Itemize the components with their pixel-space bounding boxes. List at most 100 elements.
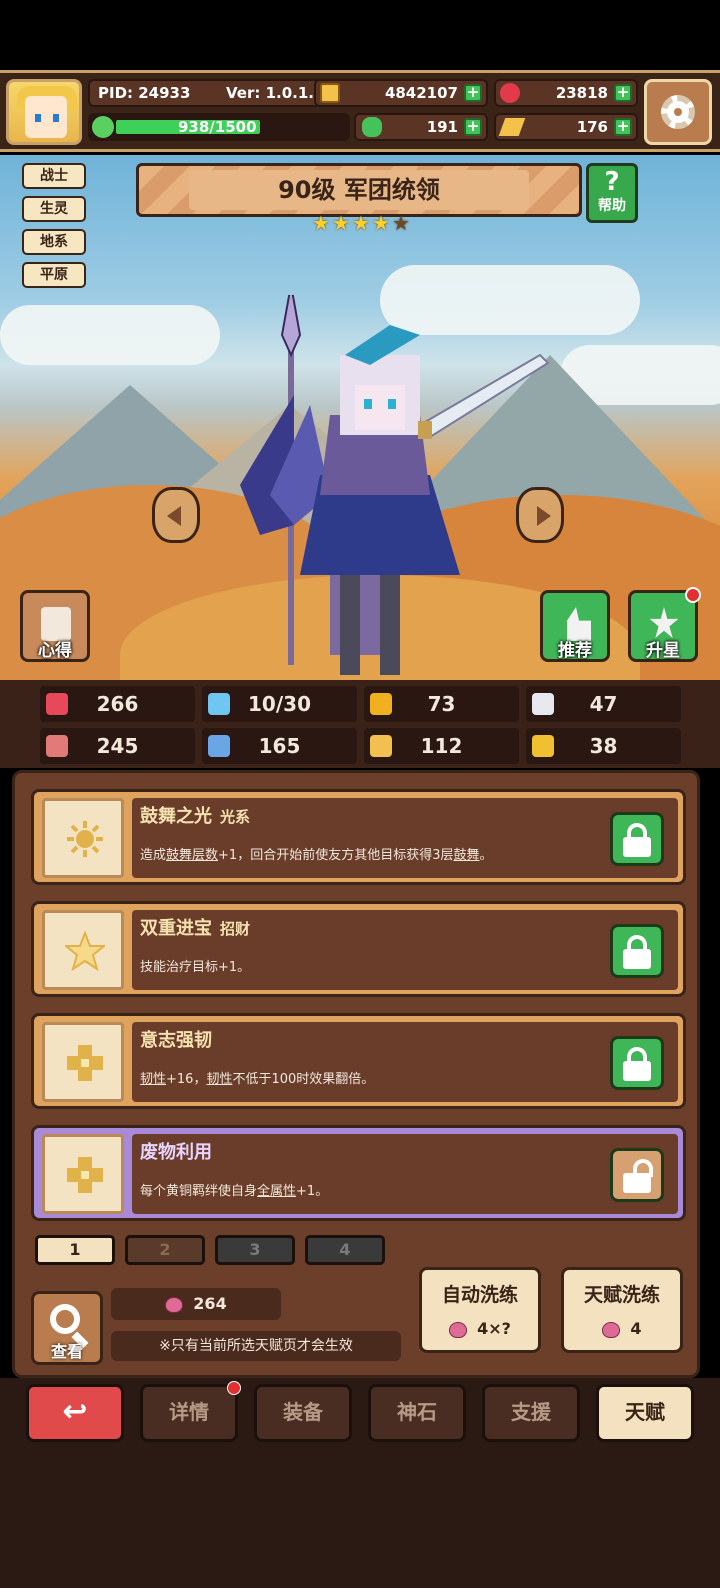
nav-detail[interactable]: 详情 [140, 1381, 241, 1442]
gold-counter: 4842107 + [314, 79, 488, 107]
clover-add-button[interactable]: + [464, 118, 482, 136]
help-label: 帮助 [598, 198, 626, 214]
ruby-value: 23818 [555, 84, 608, 102]
talent-card[interactable]: 双重进宝 招财 技能治疗目标+1。 [31, 901, 686, 997]
return-arrow-icon: ↩ [62, 1394, 88, 1429]
pid-text: PID: 24933 [98, 84, 191, 102]
auto-wash-button[interactable]: 自动洗练 4×? [419, 1267, 541, 1353]
boot-icon [370, 735, 392, 757]
nav-support[interactable]: 支援 [482, 1384, 580, 1442]
stat-fist[interactable]: 245 [40, 728, 195, 764]
ruby-counter: 23818 + [494, 79, 638, 107]
stat-heart[interactable]: 266 [40, 686, 195, 722]
stat-value: 165 [258, 734, 301, 758]
clover-leaf-icon [92, 116, 114, 138]
gold-add-button[interactable]: + [464, 84, 482, 102]
lock-button[interactable] [610, 924, 664, 978]
bottom-nav: ↩ 详情 装备 神石 支援 天赋 [0, 1378, 720, 1588]
talent-description: 造成鼓舞层数+1，回合开始前使友方其他目标获得3层鼓舞。 [140, 844, 493, 863]
talent-icon-frame [42, 1134, 124, 1214]
clover-value: 191 [426, 118, 458, 136]
nav-talent[interactable]: 天赋 [596, 1384, 694, 1442]
talent-name-row: 双重进宝 招财 [140, 914, 250, 940]
player-avatar[interactable] [6, 79, 82, 145]
top-bar: PID: 24933 Ver: 1.0.1.3 4842107 + 23818 … [0, 70, 720, 152]
exp-text: 938/1500 [178, 118, 257, 136]
gold-coin-icon [320, 83, 340, 103]
tag-race: 生灵 [22, 196, 86, 222]
notification-dot [685, 587, 701, 603]
help-button[interactable]: ? 帮助 [586, 163, 638, 223]
ruby-add-button[interactable]: + [614, 84, 632, 102]
talent-panel: 鼓舞之光 光系 造成鼓舞层数+1，回合开始前使友方其他目标获得3层鼓舞。 双重进宝 招财… [12, 770, 700, 1378]
talent-card[interactable]: 废物利用 每个黄铜羁绊使自身全属性+1。 [31, 1125, 686, 1221]
lock-button[interactable] [610, 812, 664, 866]
nav-equipment[interactable]: 装备 [254, 1384, 352, 1442]
tag-element: 地系 [22, 229, 86, 255]
auto-wash-title: 自动洗练 [441, 1284, 518, 1306]
gear-icon [661, 95, 695, 129]
stat-value: 47 [589, 692, 618, 716]
gold-value: 4842107 [384, 84, 458, 102]
insight-label: 心得 [38, 641, 72, 661]
view-label: 查看 [50, 1342, 83, 1361]
lock-button[interactable] [610, 1036, 664, 1090]
talent-body: 双重进宝 招财 技能治疗目标+1。 [132, 910, 678, 990]
stat-boot[interactable]: 112 [364, 728, 519, 764]
stat-book[interactable]: 165 [202, 728, 357, 764]
talent-description: 韧性+16，韧性不低于100时效果翻倍。 [140, 1068, 374, 1087]
recommend-button[interactable]: 推荐 [540, 590, 610, 662]
keyword-link[interactable]: 鼓舞 [453, 848, 479, 863]
resource-panel: PID: 24933 Ver: 1.0.1.3 4842107 + 23818 … [88, 79, 638, 147]
ticket-value: 176 [576, 118, 608, 136]
hero-tags: 战士 生灵 地系 平原 [22, 163, 86, 295]
talent-category: 招财 [220, 920, 251, 938]
lock-body [623, 949, 651, 969]
description-text: 不低于100时效果翻倍。 [232, 1072, 375, 1087]
insight-button[interactable]: 心得 [20, 590, 90, 662]
settings-button[interactable] [644, 79, 712, 145]
talent-name: 废物利用 [140, 1142, 212, 1163]
talent-body: 废物利用 每个黄铜羁绊使自身全属性+1。 [132, 1134, 678, 1214]
talent-wash-button[interactable]: 天赋洗练 4 [561, 1267, 683, 1353]
stat-value: 73 [427, 692, 456, 716]
keyword-link[interactable]: 韧性 [140, 1072, 166, 1087]
talent-icon-frame [42, 1022, 124, 1102]
cross-icon [65, 1155, 105, 1195]
talent-card[interactable]: 鼓舞之光 光系造成鼓舞层数+1，回合开始前使友方其他目标获得3层鼓舞。 [31, 789, 686, 885]
talent-name: 双重进宝 [140, 918, 212, 939]
keyword-link[interactable]: 鼓舞层数 [166, 848, 218, 863]
nav-divine-stone[interactable]: 神石 [368, 1384, 466, 1442]
talent-page-tab-4[interactable]: 4 [305, 1235, 385, 1265]
talent-page-tab-3[interactable]: 3 [215, 1235, 295, 1265]
auto-wash-cost: 4×? [477, 1319, 511, 1338]
talent-name: 鼓舞之光 [140, 806, 212, 827]
stat-drop[interactable]: 10/30 [202, 686, 357, 722]
view-button[interactable]: 查看 [31, 1291, 103, 1365]
star-up-button[interactable]: 升星 [628, 587, 701, 662]
description-text: 。 [479, 848, 493, 863]
unlock-button[interactable] [610, 1148, 664, 1202]
fist-icon [46, 735, 68, 757]
talent-page-tab-1[interactable]: 1 [35, 1235, 115, 1265]
stat-horseshoe[interactable]: 38 [526, 728, 681, 764]
peach-value: 264 [193, 1294, 227, 1313]
tag-terrain: 平原 [22, 262, 86, 288]
talent-page-tab-2[interactable]: 2 [125, 1235, 205, 1265]
peach-icon [449, 1321, 468, 1338]
stat-shield[interactable]: 73 [364, 686, 519, 722]
keyword-link[interactable]: 韧性 [206, 1072, 232, 1087]
ruby-icon [500, 83, 520, 103]
talent-icon-frame [42, 798, 124, 878]
lock-body [623, 837, 651, 857]
tag-class: 战士 [22, 163, 86, 189]
talent-card[interactable]: 意志强韧 韧性+16，韧性不低于100时效果翻倍。 [31, 1013, 686, 1109]
prev-hero-button[interactable] [152, 487, 200, 543]
ticket-add-button[interactable]: + [614, 118, 632, 136]
avatar-eye [53, 114, 59, 122]
keyword-link[interactable]: 全属性 [257, 1184, 296, 1199]
stat-wing[interactable]: 47 [526, 686, 681, 722]
back-button[interactable]: ↩ [26, 1384, 124, 1442]
talent-category: 光系 [220, 808, 251, 826]
talent-body: 鼓舞之光 光系造成鼓舞层数+1，回合开始前使友方其他目标获得3层鼓舞。 [132, 798, 678, 878]
